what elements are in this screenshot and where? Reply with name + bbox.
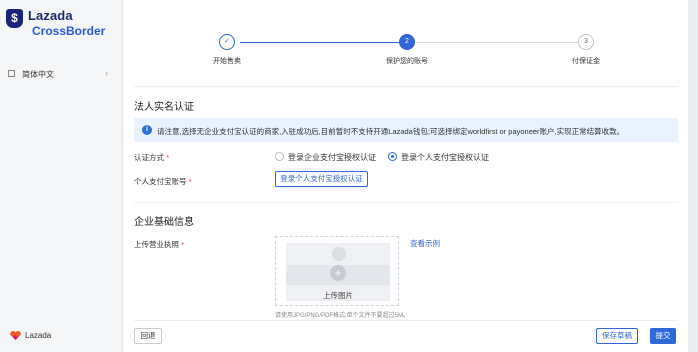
step-1-check-icon: ✓ (219, 34, 235, 50)
main-panel: ✓ 2 3 开始售卖 保护您的账号 付保证金 法人实名认证 i 请注意,选择无企… (124, 0, 688, 352)
section-title-company-info: 企业基础信息 (134, 217, 194, 228)
notice-text: 请注意,选择无企业支付宝认证的商家,入驻成功后,目前暂时不支持开通Lazada钱… (157, 127, 625, 136)
step-3-label: 付保证金 (572, 58, 600, 65)
radio-company-alipay[interactable]: 登录企业支付宝授权认证 (275, 152, 387, 162)
radio-company-alipay-label: 登录企业支付宝授权认证 (288, 153, 376, 162)
divider (134, 320, 678, 321)
required-mark: * (181, 240, 185, 249)
step-connector-done (240, 42, 400, 43)
license-upload-area[interactable]: + 上传图片 (275, 236, 399, 306)
brand-subtitle: CrossBorder (32, 24, 106, 38)
submit-button[interactable]: 提交 (650, 328, 676, 344)
info-icon: i (142, 125, 152, 135)
divider (134, 86, 678, 87)
step-3-indicator: 3 (578, 34, 594, 50)
upload-text: 上传图片 (323, 291, 353, 300)
step-1-label: 开始售卖 (213, 58, 241, 65)
bottom-brand-label: Lazada (25, 331, 52, 340)
step-2-label: 保护您的账号 (386, 58, 428, 65)
step-2-indicator: 2 (399, 34, 415, 50)
language-label: 简体中文 (22, 70, 54, 79)
section-title-legal-auth: 法人实名认证 (134, 102, 194, 113)
alipay-account-label: 个人支付宝账号 * (134, 176, 192, 187)
lazada-bag-icon: $ (6, 9, 23, 28)
language-selector[interactable]: 简体中文 › (8, 68, 112, 80)
divider (134, 202, 678, 203)
step-connector-pending (416, 42, 578, 43)
business-license-label-text: 上传营业执照 (134, 240, 179, 249)
personal-alipay-auth-button[interactable]: 登录个人支付宝授权认证 (275, 171, 368, 187)
upload-placeholder: + 上传图片 (286, 243, 390, 301)
required-mark: * (188, 177, 192, 186)
business-license-label: 上传营业执照 * (134, 239, 184, 250)
auth-method-label: 认证方式 * (134, 152, 169, 163)
notice-banner: i 请注意,选择无企业支付宝认证的商家,入驻成功后,目前暂时不支持开通Lazad… (134, 118, 678, 142)
view-sample-link[interactable]: 查看示例 (410, 238, 440, 249)
sidebar: $ Lazada CrossBorder 简体中文 › Lazada (0, 0, 122, 352)
plus-icon: + (330, 265, 346, 281)
radio-personal-alipay-label: 登录个人支付宝授权认证 (401, 153, 489, 162)
brand-logo[interactable]: $ Lazada CrossBorder (6, 8, 116, 40)
radio-unchecked-icon (275, 152, 284, 161)
alipay-account-label-text: 个人支付宝账号 (134, 177, 187, 186)
radio-personal-alipay[interactable]: 登录个人支付宝授权认证 (388, 152, 500, 162)
lazada-heart-icon (10, 331, 21, 340)
back-button[interactable]: 回退 (134, 328, 162, 344)
required-mark: * (166, 153, 170, 162)
language-icon (8, 70, 15, 77)
upload-hint: 请使用JPG/PNG/PDF格式,单个文件不要超过5M。 (275, 313, 410, 319)
placeholder-avatar-shape (332, 247, 346, 261)
chevron-right-icon: › (105, 68, 108, 78)
save-draft-button[interactable]: 保存草稿 (596, 328, 638, 344)
auth-method-label-text: 认证方式 (134, 153, 164, 162)
brand-name: Lazada (28, 8, 73, 23)
scrollbar-track[interactable] (688, 0, 698, 352)
radio-checked-icon (388, 152, 397, 161)
